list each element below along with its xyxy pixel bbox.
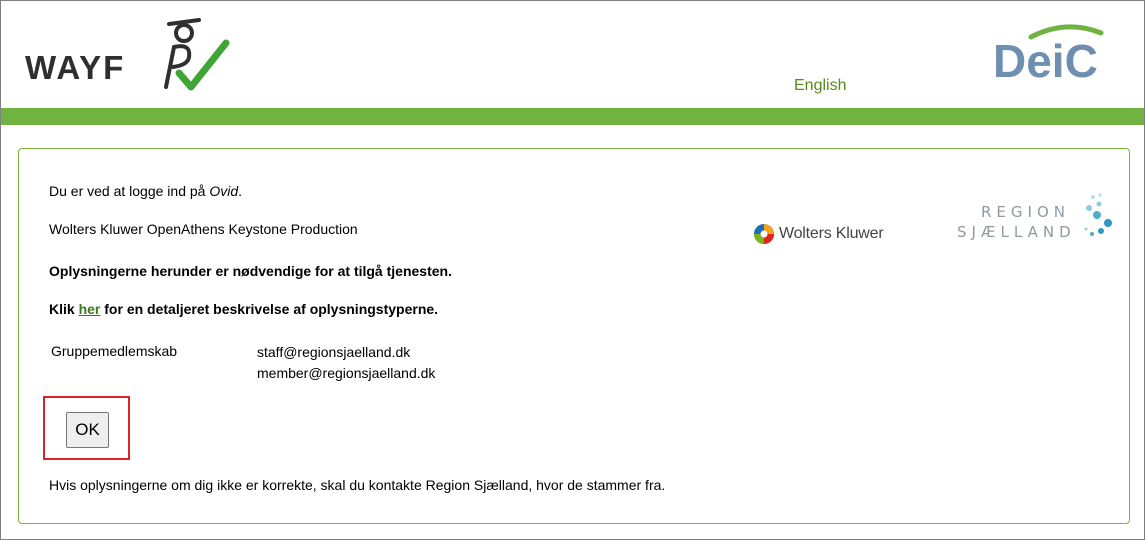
deic-logo: DeiC	[993, 24, 1104, 87]
page-frame: WAYF English DeiC Du er ved at logge ind…	[0, 0, 1145, 540]
details-prefix: Klik	[49, 301, 79, 317]
wolters-kluwer-globe-icon	[754, 224, 774, 244]
region-logo-line1: REGION	[981, 203, 1070, 221]
region-dots-icon	[1084, 193, 1112, 236]
required-info-heading: Oplysningerne herunder er nødvendige for…	[49, 263, 452, 279]
ok-button[interactable]: OK	[66, 412, 109, 448]
service-provider-name: Wolters Kluwer OpenAthens Keystone Produ…	[49, 221, 358, 237]
language-link-english[interactable]: English	[794, 77, 846, 95]
service-name: Ovid	[209, 183, 239, 199]
consent-panel: Du er ved at logge ind på Ovid. Wolters …	[18, 148, 1130, 524]
details-line: Klik her for en detaljeret beskrivelse a…	[49, 300, 438, 318]
header-green-bar	[1, 108, 1144, 125]
details-suffix: for en detaljeret beskrivelse af oplysni…	[100, 301, 439, 317]
region-logo-line2: SJÆLLAND	[957, 223, 1076, 241]
deic-logo-text: DeiC	[993, 35, 1098, 87]
attribute-values: staff@regionsjaelland.dk member@regionsj…	[257, 342, 435, 384]
wayf-logo: WAYF	[25, 18, 230, 91]
intro-suffix: .	[238, 183, 243, 199]
attribute-value: member@regionsjaelland.dk	[257, 365, 436, 381]
intro-prefix: Du er ved at logge ind på	[49, 183, 210, 199]
header: WAYF English DeiC	[1, 1, 1144, 125]
attribute-value: staff@regionsjaelland.dk	[257, 344, 411, 360]
footer-contact-text: Hvis oplysningerne om dig ikke er korrek…	[49, 477, 666, 493]
wolters-kluwer-text: Wolters Kluwer	[779, 225, 884, 242]
details-link-her[interactable]: her	[79, 301, 101, 317]
login-intro: Du er ved at logge ind på Ovid.	[49, 182, 242, 200]
wolters-kluwer-logo: Wolters Kluwer	[753, 222, 884, 246]
attribute-name: Gruppemedlemskab	[51, 343, 178, 359]
wayf-logo-text: WAYF	[25, 49, 125, 86]
region-sjaelland-logo: REGION SJÆLLAND	[937, 191, 1112, 251]
